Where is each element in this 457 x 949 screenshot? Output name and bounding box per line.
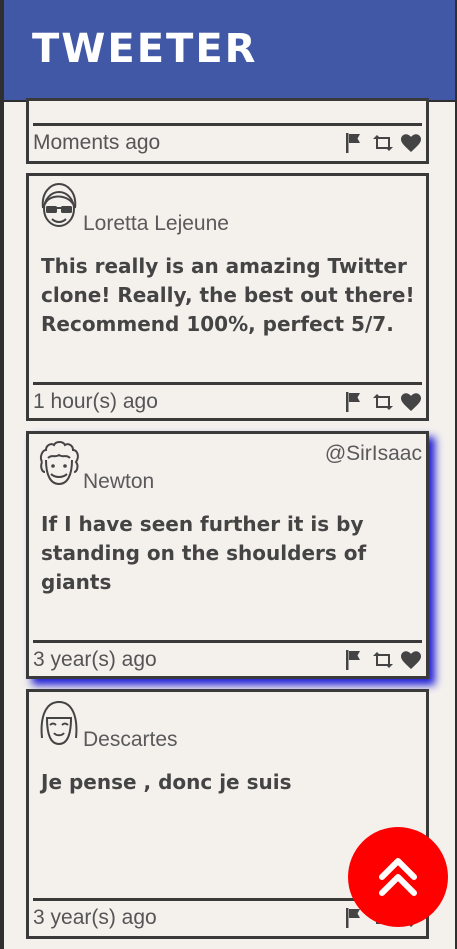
- double-chevron-up-icon: [379, 858, 417, 896]
- tweet-divider: [33, 123, 422, 126]
- heart-icon[interactable]: [399, 648, 423, 672]
- app-title: TWEETER: [32, 26, 258, 72]
- tweet-actions: [343, 648, 423, 672]
- tweet-divider: [33, 382, 422, 385]
- page-frame-left: [0, 0, 4, 949]
- app-header: TWEETER: [4, 0, 455, 102]
- tweet-actions: [343, 390, 423, 414]
- tweet-card: Loretta Lejeune This really is an amazin…: [26, 173, 429, 421]
- tweet-author[interactable]: Loretta Lejeune: [83, 212, 229, 236]
- tweet-text: This really is an amazing Twitter clone!…: [41, 254, 415, 336]
- avatar-curly-hair-icon: [37, 440, 81, 488]
- heart-icon[interactable]: [399, 390, 423, 414]
- tweet-text: If I have seen further it is by standing…: [41, 512, 367, 594]
- retweet-icon[interactable]: [369, 648, 397, 672]
- avatar-bob-hair-icon: [37, 698, 81, 746]
- flag-icon[interactable]: [343, 648, 367, 672]
- tweet-time: 3 year(s) ago: [33, 648, 157, 671]
- tweet-time: Moments ago: [33, 131, 161, 154]
- tweet-time: 3 year(s) ago: [33, 906, 157, 929]
- heart-icon[interactable]: [399, 131, 423, 155]
- tweet-time: 1 hour(s) ago: [33, 390, 158, 413]
- retweet-icon[interactable]: [369, 390, 397, 414]
- tweet-divider: [33, 640, 422, 643]
- tweet-handle[interactable]: @SirIsaac: [325, 442, 422, 466]
- tweet-card: @SirIsaac Newton If I have seen further …: [26, 431, 429, 679]
- avatar-sunglasses-icon: [37, 182, 81, 230]
- tweet-card: Moments ago: [26, 98, 429, 164]
- flag-icon[interactable]: [343, 131, 367, 155]
- tweet-author[interactable]: Newton: [83, 470, 154, 494]
- scroll-to-top-button[interactable]: [348, 827, 448, 927]
- tweet-author[interactable]: Descartes: [83, 728, 178, 752]
- retweet-icon[interactable]: [369, 131, 397, 155]
- tweet-text: Je pense , donc je suis: [41, 770, 292, 794]
- tweet-actions: [343, 131, 423, 155]
- flag-icon[interactable]: [343, 390, 367, 414]
